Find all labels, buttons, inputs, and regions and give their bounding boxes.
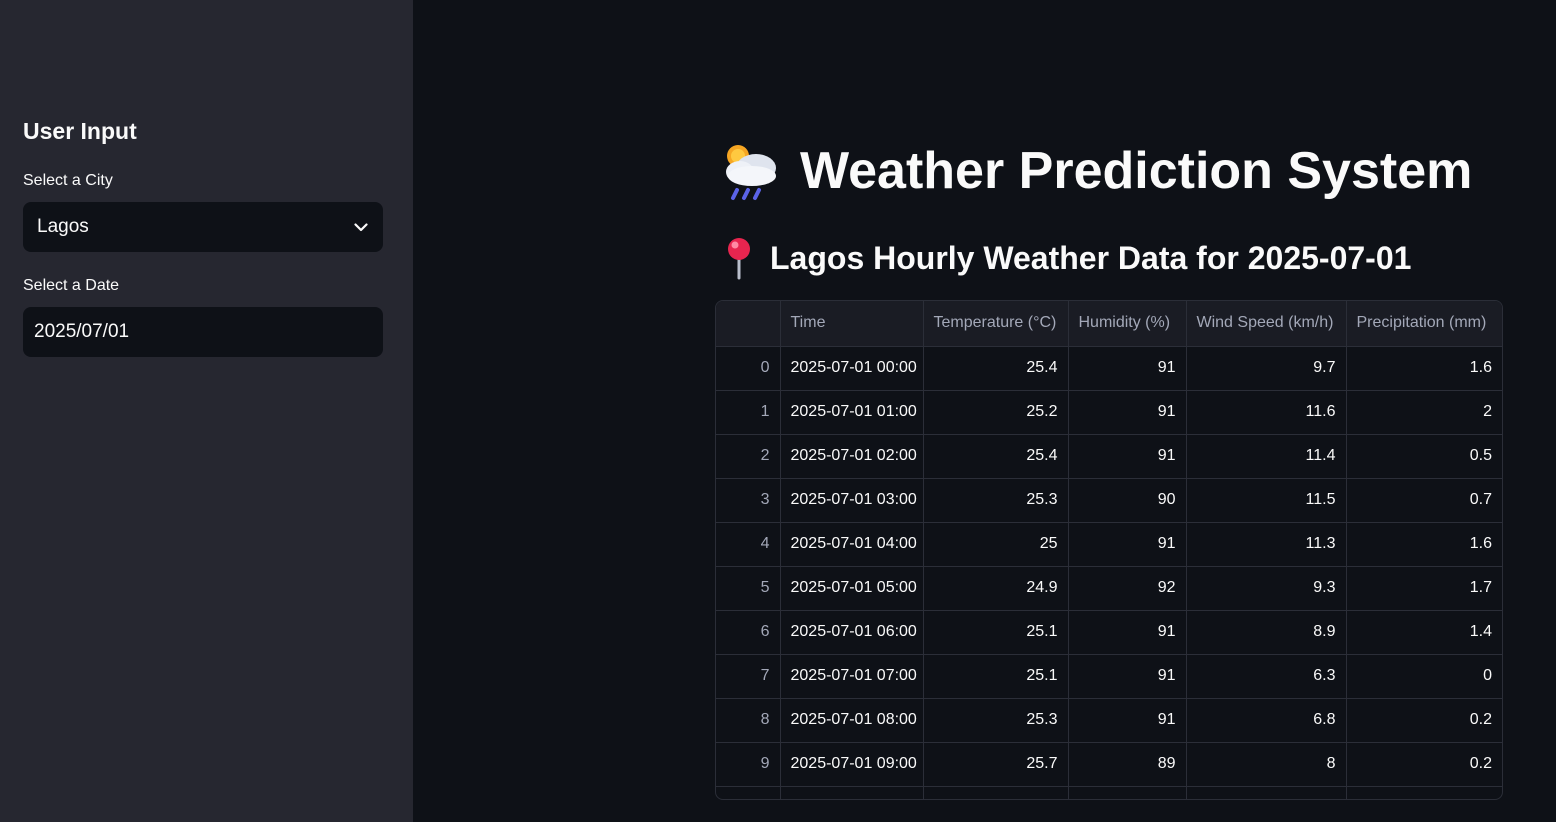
city-label: Select a City [23, 172, 113, 189]
table-row: 2 2025-07-01 02:00 25.4 91 11.4 0.5 [716, 434, 1502, 479]
cell-humidity[interactable]: 91 [1068, 522, 1187, 567]
cell-temperature[interactable]: 25.3 [923, 698, 1069, 743]
cell-time[interactable]: 2025-07-01 05:00 [780, 566, 924, 611]
cell-wind-speed[interactable]: 11.3 [1186, 522, 1347, 567]
cell-temperature[interactable]: 24.9 [923, 566, 1069, 611]
cell-precipitation[interactable]: 1.6 [1346, 346, 1502, 391]
table-row: 3 2025-07-01 03:00 25.3 90 11.5 0.7 [716, 478, 1502, 523]
cell-wind-speed[interactable]: 9.7 [1186, 346, 1347, 391]
cell-temperature[interactable]: 25 [923, 522, 1069, 567]
date-input[interactable] [23, 307, 383, 357]
cell-time[interactable]: 2025-07-01 01:00 [780, 390, 924, 435]
date-label: Select a Date [23, 277, 120, 294]
cell-humidity[interactable]: 91 [1068, 390, 1187, 435]
chevron-down-icon [353, 219, 369, 235]
cell-precipitation[interactable]: 0 [1346, 654, 1502, 699]
cell-humidity[interactable]: 91 [1068, 610, 1187, 655]
cell-precipitation[interactable]: 0.7 [1346, 478, 1502, 523]
pushpin-icon [722, 236, 756, 280]
cell-wind-speed[interactable]: 11.6 [1186, 390, 1347, 435]
sidebar-heading: User Input [23, 118, 137, 144]
section-subtitle-text: Lagos Hourly Weather Data for 2025-07-01 [770, 239, 1412, 276]
table-row: 9 2025-07-01 09:00 25.7 89 8 0.2 [716, 742, 1502, 787]
cell-time[interactable]: 2025-07-01 06:00 [780, 610, 924, 655]
cell-index[interactable]: 0 [716, 346, 781, 391]
cell-humidity[interactable]: 90 [1068, 478, 1187, 523]
cell-wind-speed[interactable]: 8.9 [1186, 610, 1347, 655]
table-row: 5 2025-07-01 05:00 24.9 92 9.3 1.7 [716, 566, 1502, 611]
cell-time[interactable]: 2025-07-01 04:00 [780, 522, 924, 567]
cell-time[interactable]: 2025-07-01 03:00 [780, 478, 924, 523]
cell-time[interactable]: 2025-07-01 00:00 [780, 346, 924, 391]
cell-index[interactable]: 4 [716, 522, 781, 567]
column-header-index[interactable] [716, 301, 781, 347]
page-title-text: Weather Prediction System [800, 142, 1473, 200]
cell-precipitation[interactable]: 1.4 [1346, 610, 1502, 655]
cell-time[interactable] [780, 786, 924, 799]
cell-humidity[interactable]: 91 [1068, 434, 1187, 479]
table-row: 0 2025-07-01 00:00 25.4 91 9.7 1.6 [716, 346, 1502, 391]
sidebar: User Input Select a City Lagos Select a … [0, 0, 413, 822]
cell-index[interactable]: 9 [716, 742, 781, 787]
table-row [716, 786, 1502, 799]
cell-humidity[interactable]: 91 [1068, 346, 1187, 391]
cell-humidity[interactable]: 89 [1068, 742, 1187, 787]
cell-index[interactable]: 1 [716, 390, 781, 435]
cell-precipitation[interactable]: 1.6 [1346, 522, 1502, 567]
city-select-value: Lagos [37, 216, 89, 237]
cell-time[interactable]: 2025-07-01 02:00 [780, 434, 924, 479]
cell-wind-speed[interactable]: 8 [1186, 742, 1347, 787]
column-header-time[interactable]: Time [780, 301, 924, 347]
cell-index[interactable]: 3 [716, 478, 781, 523]
cell-index[interactable]: 6 [716, 610, 781, 655]
cell-precipitation[interactable] [1346, 786, 1502, 799]
cell-time[interactable]: 2025-07-01 09:00 [780, 742, 924, 787]
cloud-rain-sun-icon [720, 140, 782, 202]
column-header-temperature[interactable]: Temperature (°C) [923, 301, 1069, 347]
cell-index[interactable]: 8 [716, 698, 781, 743]
table-row: 6 2025-07-01 06:00 25.1 91 8.9 1.4 [716, 610, 1502, 655]
cell-temperature[interactable]: 25.3 [923, 478, 1069, 523]
column-header-humidity[interactable]: Humidity (%) [1068, 301, 1187, 347]
cell-precipitation[interactable]: 0.2 [1346, 698, 1502, 743]
cell-index[interactable] [716, 786, 781, 799]
cell-humidity[interactable] [1068, 786, 1187, 799]
cell-wind-speed[interactable] [1186, 786, 1347, 799]
cell-temperature[interactable] [923, 786, 1069, 799]
cell-wind-speed[interactable]: 9.3 [1186, 566, 1347, 611]
cell-precipitation[interactable]: 2 [1346, 390, 1502, 435]
cell-wind-speed[interactable]: 6.8 [1186, 698, 1347, 743]
cell-temperature[interactable]: 25.4 [923, 434, 1069, 479]
cell-temperature[interactable]: 25.1 [923, 610, 1069, 655]
city-select[interactable]: Lagos [23, 202, 383, 252]
cell-humidity[interactable]: 91 [1068, 654, 1187, 699]
cell-precipitation[interactable]: 1.7 [1346, 566, 1502, 611]
cell-index[interactable]: 2 [716, 434, 781, 479]
cell-wind-speed[interactable]: 11.4 [1186, 434, 1347, 479]
column-header-precipitation[interactable]: Precipitation (mm) [1346, 301, 1502, 347]
cell-wind-speed[interactable]: 11.5 [1186, 478, 1347, 523]
weather-data-table[interactable]: Time Temperature (°C) Humidity (%) Wind … [715, 300, 1503, 800]
column-header-wind-speed[interactable]: Wind Speed (km/h) [1186, 301, 1347, 347]
cell-precipitation[interactable]: 0.2 [1346, 742, 1502, 787]
cell-temperature[interactable]: 25.7 [923, 742, 1069, 787]
cell-humidity[interactable]: 91 [1068, 698, 1187, 743]
cell-index[interactable]: 5 [716, 566, 781, 611]
page-title: Weather Prediction System [720, 140, 1472, 202]
cell-time[interactable]: 2025-07-01 08:00 [780, 698, 924, 743]
cell-wind-speed[interactable]: 6.3 [1186, 654, 1347, 699]
cell-temperature[interactable]: 25.1 [923, 654, 1069, 699]
cell-temperature[interactable]: 25.4 [923, 346, 1069, 391]
table-row: 7 2025-07-01 07:00 25.1 91 6.3 0 [716, 654, 1502, 699]
cell-temperature[interactable]: 25.2 [923, 390, 1069, 435]
cell-time[interactable]: 2025-07-01 07:00 [780, 654, 924, 699]
table-row: 1 2025-07-01 01:00 25.2 91 11.6 2 [716, 390, 1502, 435]
table-row: 4 2025-07-01 04:00 25 91 11.3 1.6 [716, 522, 1502, 567]
cell-index[interactable]: 7 [716, 654, 781, 699]
table-header-row: Time Temperature (°C) Humidity (%) Wind … [716, 301, 1502, 347]
cell-precipitation[interactable]: 0.5 [1346, 434, 1502, 479]
table-row: 8 2025-07-01 08:00 25.3 91 6.8 0.2 [716, 698, 1502, 743]
section-subtitle: Lagos Hourly Weather Data for 2025-07-01 [722, 236, 1411, 280]
cell-humidity[interactable]: 92 [1068, 566, 1187, 611]
